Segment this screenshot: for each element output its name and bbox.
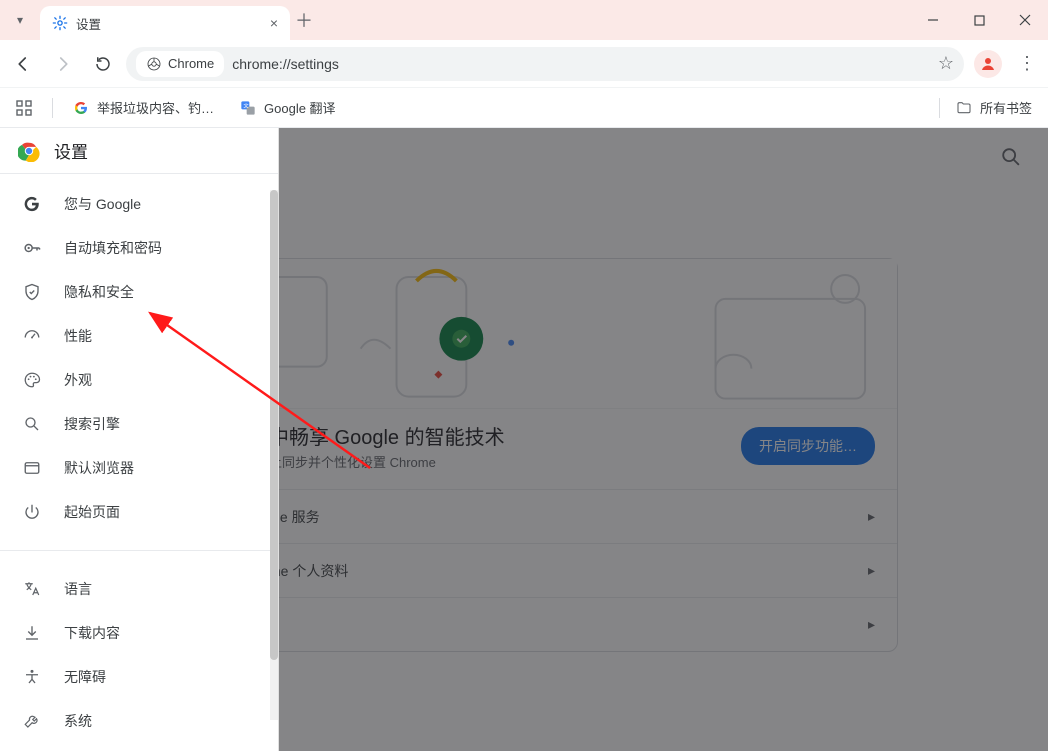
person-icon [979,55,997,73]
account-avatar[interactable] [974,50,1002,78]
google-g-icon [73,100,89,116]
sidebar-item-label: 系统 [64,711,92,731]
search-icon [22,415,42,433]
sidebar-item-languages[interactable]: 语言 [0,567,278,611]
nav-forward-button [46,47,80,81]
window-maximize-button[interactable] [956,0,1002,40]
key-icon [22,238,42,258]
google-g-mono-icon [22,195,42,213]
site-chip[interactable]: Chrome [136,51,224,77]
sidebar-item-label: 您与 Google [64,194,141,214]
browser-window-icon [22,459,42,477]
separator [52,98,53,118]
all-bookmarks-button[interactable]: 所有书签 [950,94,1038,121]
apps-button[interactable] [10,96,38,120]
window-controls [910,0,1048,40]
sidebar-item-system[interactable]: 系统 [0,699,278,743]
browser-tab[interactable]: 设置 × [40,6,290,40]
all-bookmarks-label: 所有书签 [980,98,1032,117]
power-icon [22,503,42,521]
sidebar-item-label: 默认浏览器 [64,458,134,478]
url-text: chrome://settings [232,56,339,72]
bookmark-report-spam[interactable]: 举报垃圾内容、钓… [67,94,220,121]
new-tab-button[interactable]: ＋ [290,7,318,33]
toolbar: Chrome chrome://settings ☆ ⋮ [0,40,1048,88]
settings-sidebar: 设置 您与 Google 自动填充和密码 隐私和安全 性能 外观 [0,128,278,751]
bookmarks-bar: 举报垃圾内容、钓… 文 Google 翻译 所有书签 [0,88,1048,128]
site-chip-label: Chrome [168,56,214,71]
sidebar-item-autofill[interactable]: 自动填充和密码 [0,226,278,270]
close-icon[interactable]: × [270,15,278,31]
sidebar-item-default-browser[interactable]: 默认浏览器 [0,446,278,490]
speedometer-icon [22,327,42,345]
sidebar-group-1: 您与 Google 自动填充和密码 隐私和安全 性能 外观 搜索引擎 [0,174,278,542]
bookmark-label: Google 翻译 [264,98,336,117]
gear-icon [52,15,68,31]
translate-icon: 文 [240,100,256,116]
accessibility-icon [22,668,42,686]
palette-icon [22,371,42,389]
tabstrip-chevron-down-icon[interactable]: ▾ [0,13,40,27]
sidebar-item-label: 搜索引擎 [64,414,120,434]
bookmark-label: 举报垃圾内容、钓… [97,98,214,117]
sidebar-divider [0,550,278,551]
nav-back-button[interactable] [6,47,40,81]
bookmark-google-translate[interactable]: 文 Google 翻译 [234,94,342,121]
sidebar-item-performance[interactable]: 性能 [0,314,278,358]
sidebar-item-privacy-security[interactable]: 隐私和安全 [0,270,278,314]
tab-strip: ▾ 设置 × ＋ [0,0,1048,40]
sidebar-item-label: 自动填充和密码 [64,238,162,258]
chrome-color-icon [18,140,40,162]
languages-icon [22,580,42,598]
sidebar-scrollbar-thumb[interactable] [270,190,278,660]
window-minimize-button[interactable] [910,0,956,40]
sidebar-item-label: 语言 [64,579,92,599]
sidebar-item-label: 性能 [64,326,92,346]
sidebar-item-accessibility[interactable]: 无障碍 [0,655,278,699]
sidebar-item-downloads[interactable]: 下载内容 [0,611,278,655]
separator [939,98,940,118]
download-icon [22,624,42,642]
kebab-menu-icon[interactable]: ⋮ [1012,53,1042,74]
sidebar-item-on-startup[interactable]: 起始页面 [0,490,278,534]
omnibox[interactable]: Chrome chrome://settings ☆ [126,47,964,81]
sidebar-item-label: 起始页面 [64,502,120,522]
apps-grid-icon [16,100,32,116]
nav-reload-button[interactable] [86,47,120,81]
folder-icon [956,100,972,116]
tab-title: 设置 [76,14,262,33]
sidebar-item-search-engine[interactable]: 搜索引擎 [0,402,278,446]
sidebar-item-label: 外观 [64,370,92,390]
sidebar-group-2: 语言 下载内容 无障碍 系统 [0,559,278,751]
chrome-logo-icon [146,56,162,72]
bookmark-star-icon[interactable]: ☆ [938,53,954,74]
sidebar-header: 设置 [0,128,278,174]
window-close-button[interactable] [1002,0,1048,40]
sidebar-item-appearance[interactable]: 外观 [0,358,278,402]
sidebar-item-label: 无障碍 [64,667,106,687]
sidebar-item-label: 隐私和安全 [64,282,134,302]
sidebar-item-label: 下载内容 [64,623,120,643]
sidebar-title: 设置 [54,138,88,163]
sidebar-item-you-and-google[interactable]: 您与 Google [0,182,278,226]
shield-icon [22,283,42,301]
page-area: 中畅享 Google 的智能技术 上同步并个性化设置 Chrome 开启同步功能… [0,128,1048,751]
wrench-icon [22,712,42,730]
